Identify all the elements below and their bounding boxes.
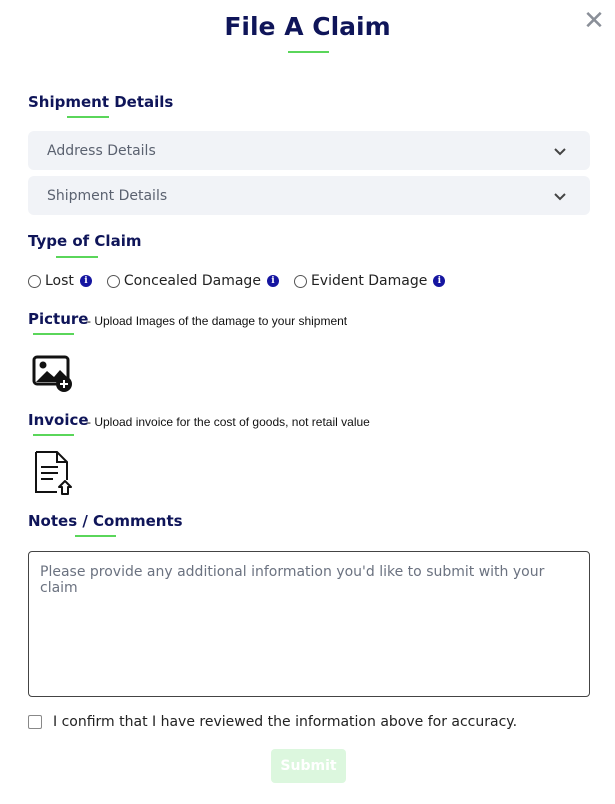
notes-comments-heading: Notes / Comments <box>28 512 183 530</box>
info-icon[interactable]: i <box>266 275 279 287</box>
claim-type-option-evident-damage[interactable]: Evident Damage i <box>293 273 446 289</box>
picture-heading: Picture <box>28 310 89 328</box>
confirm-label: I confirm that I have reviewed the infor… <box>53 714 518 730</box>
notes-comments-underline <box>75 535 116 537</box>
claim-type-radio-group: Lost i Concealed Damage i Evident Damage… <box>28 273 460 289</box>
claim-type-option-lost[interactable]: Lost i <box>28 273 92 289</box>
confirm-checkbox[interactable] <box>28 715 42 729</box>
info-icon[interactable]: i <box>79 275 92 287</box>
address-details-label: Address Details <box>47 142 156 159</box>
claim-type-option-concealed-damage[interactable]: Concealed Damage i <box>106 273 279 289</box>
close-icon[interactable]: ✕ <box>581 8 607 34</box>
notes-textarea[interactable] <box>28 551 590 697</box>
submit-button[interactable]: Submit <box>271 749 346 783</box>
chevron-down-icon <box>554 147 566 155</box>
add-image-icon[interactable] <box>32 355 74 393</box>
confirm-row: I confirm that I have reviewed the infor… <box>28 714 517 730</box>
shipment-details-label: Shipment Details <box>47 187 168 204</box>
radio-concealed-damage[interactable] <box>106 274 120 288</box>
info-icon[interactable]: i <box>433 275 446 287</box>
radio-label-lost: Lost <box>45 273 74 289</box>
picture-hint: - Upload Images of the damage to your sh… <box>87 314 348 328</box>
radio-label-evident-damage: Evident Damage <box>310 273 428 289</box>
shipment-details-heading: Shipment Details <box>28 93 174 111</box>
type-of-claim-heading: Type of Claim <box>28 232 142 250</box>
picture-underline <box>33 333 74 335</box>
invoice-heading: Invoice <box>28 411 89 429</box>
title-underline <box>288 51 329 53</box>
invoice-hint: - Upload invoice for the cost of goods, … <box>87 415 370 429</box>
radio-evident-damage[interactable] <box>293 274 307 288</box>
radio-lost[interactable] <box>28 274 41 288</box>
invoice-underline <box>33 434 74 436</box>
type-of-claim-underline <box>56 256 98 258</box>
chevron-down-icon <box>554 192 566 200</box>
address-details-accordion[interactable]: Address Details <box>28 131 590 170</box>
upload-document-icon[interactable] <box>33 450 75 496</box>
shipment-details-underline <box>67 116 109 118</box>
shipment-details-accordion[interactable]: Shipment Details <box>28 176 590 215</box>
radio-label-concealed-damage: Concealed Damage <box>123 273 261 289</box>
modal-title: File A Claim <box>224 12 391 41</box>
